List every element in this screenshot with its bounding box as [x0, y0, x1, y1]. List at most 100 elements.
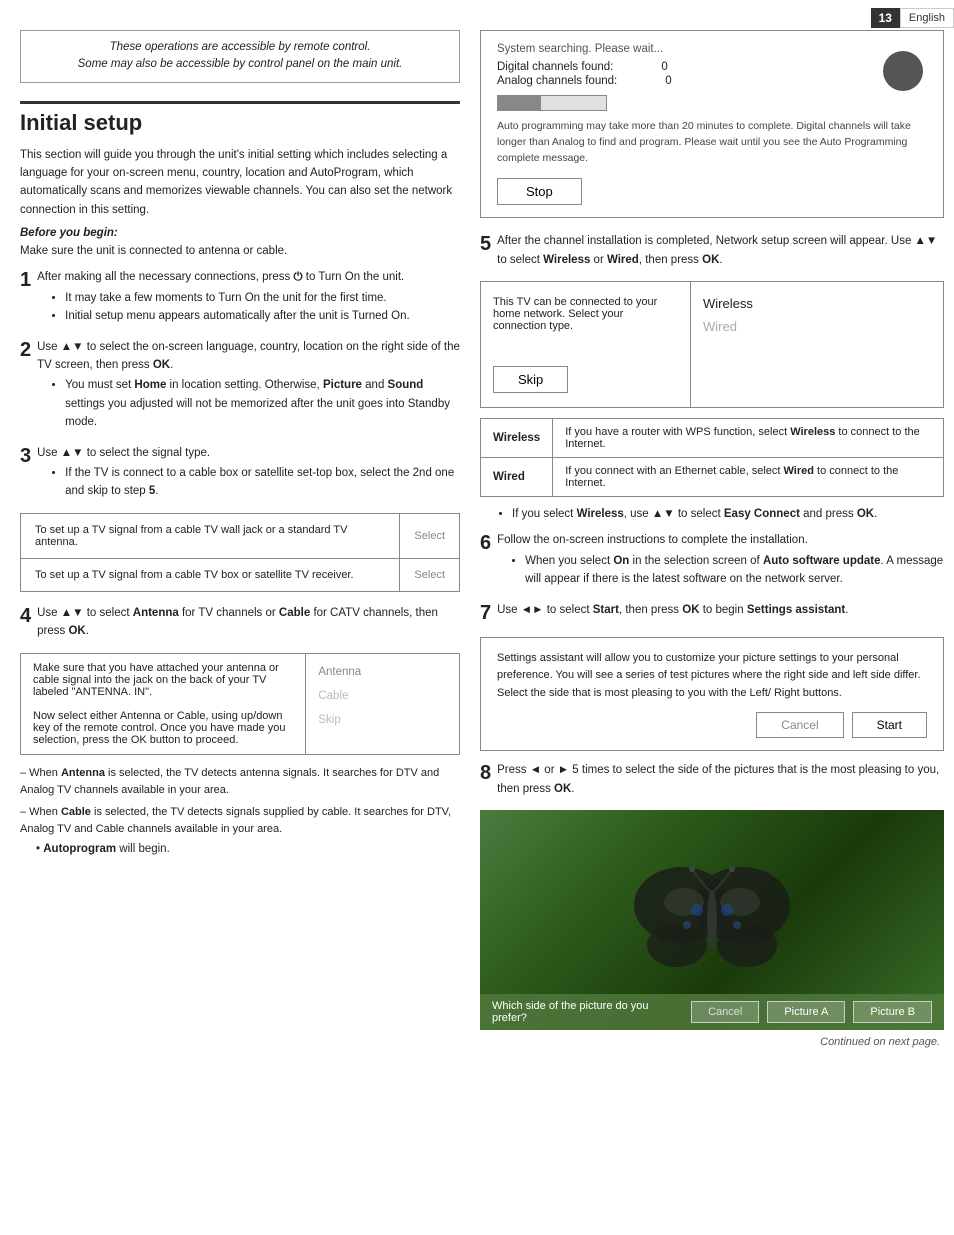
page-language: English: [900, 8, 954, 28]
butterfly-overlay: Which side of the picture do you prefer?…: [480, 994, 944, 1030]
left-column: These operations are accessible by remot…: [20, 30, 460, 1048]
auto-note: Auto programming may take more than 20 m…: [497, 119, 927, 166]
searching-title: System searching. Please wait...: [497, 43, 927, 55]
ww-info-table: Wireless If you have a router with WPS f…: [480, 418, 944, 497]
step-2-text: Use ▲▼ to select the on-screen language,…: [37, 341, 460, 371]
digital-channels-line: Digital channels found: 0: [497, 61, 927, 73]
signal-table: To set up a TV signal from a cable TV wa…: [20, 513, 460, 592]
step-3-text: Use ▲▼ to select the signal type.: [37, 447, 210, 459]
which-side-text: Which side of the picture do you prefer?: [492, 1000, 683, 1024]
antenna-option-antenna: Antenna: [318, 666, 447, 678]
step-5-bullets: If you select Wireless, use ▲▼ to select…: [480, 505, 944, 523]
wired-label: Wired: [481, 458, 553, 497]
dash-note-1: – When Antenna is selected, the TV detec…: [20, 765, 460, 800]
butterfly-svg: [632, 850, 792, 990]
step-6-num: 6: [480, 531, 491, 555]
step-8-text: Press ◄ or ► 5 times to select the side …: [497, 764, 939, 794]
step-2-num: 2: [20, 338, 31, 362]
notice-line2: Some may also be accessible by control p…: [35, 56, 445, 73]
right-column: System searching. Please wait... Digital…: [480, 30, 944, 1048]
picture-cancel-button[interactable]: Cancel: [691, 1001, 759, 1023]
main-content: These operations are accessible by remot…: [0, 0, 954, 1048]
loading-circle: [883, 51, 923, 91]
antenna-options: Antenna Cable Skip: [306, 653, 460, 754]
step-6-content: Follow the on-screen instructions to com…: [497, 531, 944, 588]
step-8-num: 8: [480, 761, 491, 785]
step-1: 1 After making all the necessary connect…: [20, 268, 460, 325]
before-text: Make sure the unit is connected to anten…: [20, 242, 460, 260]
step-1-num: 1: [20, 268, 31, 292]
step-6: 6 Follow the on-screen instructions to c…: [480, 531, 944, 588]
dash-note-2: – When Cable is selected, the TV detects…: [20, 804, 460, 839]
step-3-content: Use ▲▼ to select the signal type. If the…: [37, 444, 460, 501]
which-side-bar: Which side of the picture do you prefer?…: [480, 994, 944, 1030]
step-7-num: 7: [480, 601, 491, 625]
step-5-content: After the channel installation is comple…: [497, 232, 944, 269]
antenna-option-skip: Skip: [318, 714, 447, 726]
settings-box: Settings assistant will allow you to cus…: [480, 637, 944, 752]
step-2-content: Use ▲▼ to select the on-screen language,…: [37, 338, 460, 432]
signal-row1-desc: To set up a TV signal from a cable TV wa…: [21, 513, 400, 558]
step-3: 3 Use ▲▼ to select the signal type. If t…: [20, 444, 460, 501]
wireless-option: Wireless: [703, 296, 931, 311]
step-5-bullet-1: If you select Wireless, use ▲▼ to select…: [512, 505, 944, 523]
section-body: This section will guide you through the …: [20, 146, 460, 220]
step-1-text: After making all the necessary connectio…: [37, 271, 404, 283]
analog-channels-line: Analog channels found: 0: [497, 75, 927, 87]
searching-box: System searching. Please wait... Digital…: [480, 30, 944, 218]
step-3-bullet-1: If the TV is connect to a cable box or s…: [65, 464, 460, 501]
network-right: Wireless Wired: [691, 282, 943, 407]
notice-line1: These operations are accessible by remot…: [35, 39, 445, 56]
step-8: 8 Press ◄ or ► 5 times to select the sid…: [480, 761, 944, 798]
step-4-num: 4: [20, 604, 31, 628]
step-1-bullet-2: Initial setup menu appears automatically…: [65, 307, 460, 325]
antenna-table: Make sure that you have attached your an…: [20, 653, 460, 755]
continued-text: Continued on next page.: [480, 1036, 944, 1048]
butterfly-image: Which side of the picture do you prefer?…: [480, 810, 944, 1030]
signal-row1-select: Select: [400, 513, 460, 558]
progress-fill: [498, 96, 541, 110]
picture-a-button[interactable]: Picture A: [767, 1001, 845, 1023]
digital-value: 0: [661, 61, 667, 73]
settings-start-button[interactable]: Start: [852, 712, 927, 738]
step-5-text: After the channel installation is comple…: [497, 235, 937, 265]
progress-bar: [497, 95, 607, 111]
network-desc: This TV can be connected to your home ne…: [493, 296, 678, 332]
settings-buttons: Cancel Start: [497, 712, 927, 738]
step-5: 5 After the channel installation is comp…: [480, 232, 944, 269]
picture-b-button[interactable]: Picture B: [853, 1001, 932, 1023]
digital-label: Digital channels found:: [497, 61, 613, 73]
step-1-content: After making all the necessary connectio…: [37, 268, 460, 325]
step-8-content: Press ◄ or ► 5 times to select the side …: [497, 761, 944, 798]
network-box: This TV can be connected to your home ne…: [480, 281, 944, 408]
settings-cancel-button[interactable]: Cancel: [756, 712, 843, 738]
step-7: 7 Use ◄► to select Start, then press OK …: [480, 601, 944, 625]
notice-box: These operations are accessible by remot…: [20, 30, 460, 83]
skip-button[interactable]: Skip: [493, 366, 568, 393]
wireless-desc: If you have a router with WPS function, …: [553, 419, 944, 458]
analog-value: 0: [665, 75, 671, 87]
stop-button[interactable]: Stop: [497, 178, 582, 205]
step-4-content: Use ▲▼ to select Antenna for TV channels…: [37, 604, 460, 641]
step-5-num: 5: [480, 232, 491, 256]
autoprogram-note: • Autoprogram will begin.: [20, 843, 460, 855]
wired-desc: If you connect with an Ethernet cable, s…: [553, 458, 944, 497]
settings-body: Settings assistant will allow you to cus…: [497, 650, 927, 703]
step-7-text: Use ◄► to select Start, then press OK to…: [497, 604, 848, 616]
page-header: 13 English: [871, 8, 954, 28]
signal-row2-select: Select: [400, 558, 460, 591]
step-6-bullet-1: When you select On in the selection scre…: [525, 552, 944, 589]
network-left: This TV can be connected to your home ne…: [481, 282, 691, 407]
signal-row2-desc: To set up a TV signal from a cable TV bo…: [21, 558, 400, 591]
section-title: Initial setup: [20, 101, 460, 136]
wireless-label: Wireless: [481, 419, 553, 458]
analog-label: Analog channels found:: [497, 75, 617, 87]
step-2-bullet-1: You must set Home in location setting. O…: [65, 376, 460, 431]
antenna-desc: Make sure that you have attached your an…: [21, 653, 306, 754]
step-6-text: Follow the on-screen instructions to com…: [497, 534, 808, 546]
step-1-bullet-1: It may take a few moments to Turn On the…: [65, 289, 460, 307]
antenna-option-cable: Cable: [318, 690, 447, 702]
wired-option: Wired: [703, 319, 931, 334]
step-3-num: 3: [20, 444, 31, 468]
page-number: 13: [871, 8, 900, 28]
